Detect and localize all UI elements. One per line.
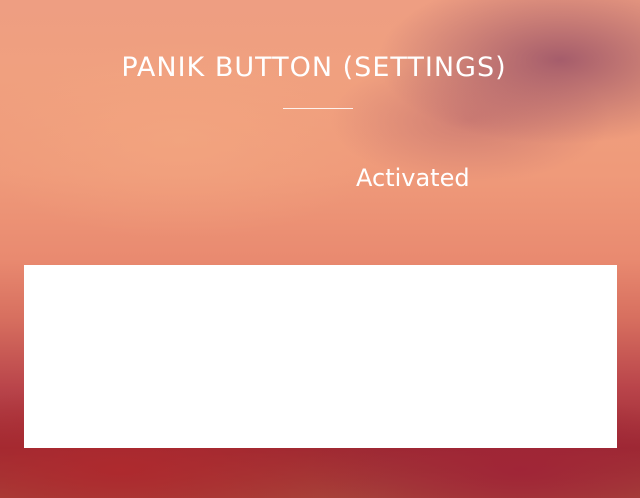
title-divider: [283, 108, 353, 109]
page-title: PANIK BUTTON (SETTINGS): [121, 52, 507, 83]
status-label: Activated: [356, 164, 470, 192]
settings-panel: [24, 265, 617, 448]
